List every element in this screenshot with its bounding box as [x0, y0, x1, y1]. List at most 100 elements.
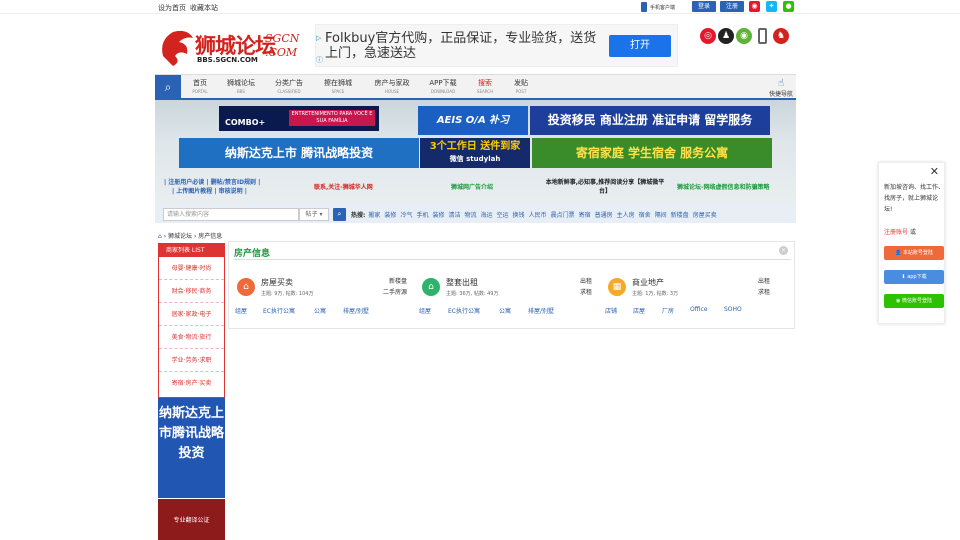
wechat-platform-link[interactable]: 本地新鲜事,必知事,推荐阅读分享【狮城微平台】 [543, 178, 667, 196]
hot-keyword[interactable]: 寄宿 [579, 212, 591, 219]
anti-fraud-link[interactable]: 狮城论坛-网络虚假信息和防骗策略 [677, 183, 770, 192]
sub-link[interactable]: 组屋 [419, 306, 431, 315]
nav-search-icon[interactable]: ⌕ [155, 75, 181, 99]
site-login-button[interactable]: 👤 本站账号登陆 [884, 246, 944, 260]
study-banner[interactable]: 3个工作日 送件到家 微信 studylah [420, 138, 530, 168]
hot-keyword[interactable]: 主人房 [617, 212, 635, 219]
quick-nav[interactable]: ☝ 快捷导航 [765, 78, 797, 98]
sidebar-item[interactable]: 居家·家政·电子 [159, 303, 224, 326]
qq-icon[interactable]: ♟ [718, 28, 734, 44]
sub-link[interactable]: EC执行公寓 [448, 306, 480, 315]
disney-banner[interactable]: COMBO+ ENTRETENIMENTO PARA VOCÊ E SUA FA… [219, 106, 379, 131]
sidebar-item[interactable]: 美食·物流·旅行 [159, 326, 224, 349]
hot-keyword[interactable]: 人民币 [529, 212, 547, 219]
nasdaq-banner[interactable]: 纳斯达克上市 腾讯战略投资 [179, 138, 419, 168]
rules-links[interactable]: | 注册用户必读 | 删帖/禁言ID规则 | | 上传图片教程 | 审核说明 | [164, 178, 284, 196]
sub-link[interactable]: EC执行公寓 [263, 306, 295, 315]
tag-link[interactable]: 出租 [740, 276, 770, 287]
category-name[interactable]: 房屋买卖 [261, 277, 293, 288]
follow-link[interactable]: 联系,关注-狮城华人网 [314, 183, 373, 192]
category-name[interactable]: 商业地产 [632, 277, 664, 288]
register-link[interactable]: 注册账号 [884, 229, 908, 236]
tag-link[interactable]: 二手房源 [377, 287, 407, 298]
app-download-button[interactable]: ⬇ app下载 [884, 270, 944, 284]
search-input[interactable]: 请输入搜索内容 [163, 208, 299, 221]
lodging-banner[interactable]: 寄宿家庭 学生宿舍 服务公寓 [532, 138, 772, 168]
hot-keyword[interactable]: 搬家 [368, 212, 380, 219]
hot-keyword[interactable]: 晨点门票 [551, 212, 575, 219]
rules-link-1[interactable]: | 注册用户必读 | 删帖/禁言ID规则 | [164, 178, 284, 187]
hot-keyword[interactable]: 装修 [384, 212, 396, 219]
hot-keyword[interactable]: 冷气 [400, 212, 412, 219]
wechat-icon[interactable]: ● [783, 1, 794, 12]
sub-link[interactable]: 店屋 [633, 306, 645, 315]
aeis-banner[interactable]: AEIS O/A 补习 [418, 106, 528, 135]
hot-keyword[interactable]: 隔间 [655, 212, 667, 219]
nav-house[interactable]: 房产与家政 HOUSE [367, 78, 417, 94]
mobile-client-link[interactable]: 手机客户端 [650, 4, 675, 11]
ad-intro-link[interactable]: 狮城网广告介绍 [451, 183, 493, 192]
hot-keyword[interactable]: 换钱 [513, 212, 525, 219]
login-button[interactable]: 登录 [692, 1, 716, 12]
sub-link[interactable]: 厂房 [662, 306, 674, 315]
hot-keyword[interactable]: 普通房 [595, 212, 613, 219]
sidebar-item[interactable]: 寄宿·房产·买卖 [159, 372, 224, 395]
register-button[interactable]: 注册 [720, 1, 744, 12]
hot-keyword[interactable]: 宿舍 [639, 212, 651, 219]
lion-icon[interactable]: ♞ [773, 28, 789, 44]
hot-keyword[interactable]: 新楼盘 [671, 212, 689, 219]
sub-link[interactable]: 公寓 [499, 306, 511, 315]
sub-link[interactable]: 公寓 [314, 306, 326, 315]
header-ad[interactable]: ⓘ ▷ Folkbuy官方代购，正品保证，专业验货，送货上门，急速送达 打开 [315, 24, 678, 67]
hot-keyword[interactable]: 手机 [416, 212, 428, 219]
bookmark-link[interactable]: 收藏本站 [190, 3, 218, 13]
hot-keyword[interactable]: 房屋买卖 [693, 212, 717, 219]
ad-open-button[interactable]: 打开 [609, 35, 671, 57]
nav-space[interactable]: 擦在狮城 SPACE [320, 78, 356, 94]
hot-keyword[interactable]: 海运 [481, 212, 493, 219]
phone-icon[interactable] [758, 28, 767, 44]
search-type-select[interactable]: 帖子 ▾ [299, 208, 329, 221]
sub-link[interactable]: 排屋/别墅 [528, 306, 554, 315]
sub-link[interactable]: Office [690, 306, 708, 313]
hot-keyword[interactable]: 装修 [432, 212, 444, 219]
side-ad-nasdaq[interactable]: 纳斯达克上市腾讯战略投资 [158, 398, 225, 498]
nav-search[interactable]: 搜索 SEARCH [467, 78, 503, 94]
tag-link[interactable]: 新楼盘 [377, 276, 407, 287]
sub-link[interactable]: 店铺 [605, 306, 617, 315]
hot-keyword[interactable]: 空运 [497, 212, 509, 219]
ad-info-icon[interactable]: ⓘ [316, 55, 323, 65]
tag-link[interactable]: 出租 [562, 276, 592, 287]
weibo-icon[interactable]: ◎ [700, 28, 716, 44]
wechat-login-button[interactable]: ◉ 微信账号登陆 [884, 294, 944, 308]
sub-link[interactable]: SOHO [724, 306, 742, 313]
nav-post[interactable]: 发贴 POST [503, 78, 539, 94]
sidebar-item[interactable]: 母婴·健康·时尚 [159, 257, 224, 280]
rules-link-2[interactable]: | 上传图片教程 | 审核说明 | [172, 187, 284, 196]
sub-link[interactable]: 排屋/别墅 [343, 306, 369, 315]
nav-classified[interactable]: 分类广告 CLASSIFIED [271, 78, 307, 94]
collapse-icon[interactable]: × [779, 246, 788, 255]
sub-link[interactable]: 组屋 [235, 306, 247, 315]
search-button[interactable]: ⌕ [333, 208, 346, 221]
sidebar-item[interactable]: 学业·劳务·求职 [159, 349, 224, 372]
nav-download[interactable]: APP下载 DOWNLOAD [421, 78, 465, 94]
immigration-banner[interactable]: 投资移民 商业注册 准证申请 留学服务 [530, 106, 770, 135]
tag-link[interactable]: 求租 [740, 287, 770, 298]
tag-link[interactable]: 求租 [562, 287, 592, 298]
nav-bbs[interactable]: 狮城论坛 BBS [223, 78, 259, 94]
hot-keyword[interactable]: 清洁 [448, 212, 460, 219]
hot-keyword[interactable]: 物流 [465, 212, 477, 219]
wechat-icon[interactable]: ◉ [736, 28, 752, 44]
weibo-icon[interactable]: ◉ [749, 1, 760, 12]
breadcrumb-home[interactable]: 狮城论坛 [168, 233, 192, 240]
side-ad-translation[interactable]: 专业翻译公证 [158, 499, 225, 540]
sidebar-item[interactable]: 财会·移民·商务 [159, 280, 224, 303]
category-name[interactable]: 整套出租 [446, 277, 478, 288]
qq-icon[interactable]: ✦ [766, 1, 777, 12]
site-logo[interactable]: 狮城论坛 BBS.SGCN.COM SGCN .COM [157, 26, 305, 68]
home-icon[interactable]: ⌂ [158, 233, 162, 240]
close-icon[interactable]: ✕ [930, 165, 939, 178]
set-home-link[interactable]: 设为首页 [158, 3, 186, 13]
nav-portal[interactable]: 首页 PORTAL [182, 78, 218, 94]
